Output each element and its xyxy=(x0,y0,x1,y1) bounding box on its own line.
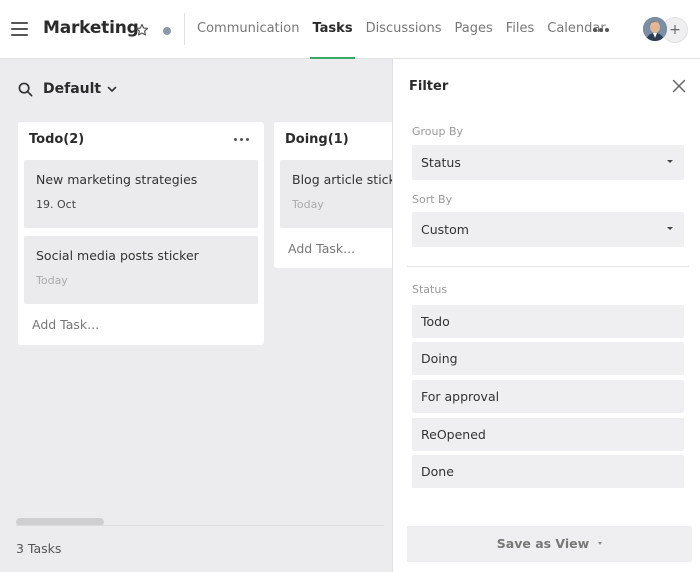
column-title: Todo(2) xyxy=(29,132,85,147)
avatar[interactable] xyxy=(643,17,667,41)
task-date: Today xyxy=(292,198,324,211)
more-icon[interactable] xyxy=(234,138,250,142)
tab-files[interactable]: Files xyxy=(506,0,535,59)
status-dot xyxy=(163,27,171,35)
task-title: Blog article sticker xyxy=(292,172,392,187)
filter-title: Filter xyxy=(409,79,449,94)
top-bar: Marketing Communication Tasks Discussion… xyxy=(0,0,700,59)
column-todo: Todo(2) New marketing strategies 19. Oct… xyxy=(18,122,264,345)
caret-down-icon xyxy=(667,160,673,163)
status-option-reopened[interactable]: ReOpened xyxy=(412,418,684,451)
divider xyxy=(16,525,384,526)
task-date: Today xyxy=(36,274,68,287)
divider xyxy=(407,266,689,267)
task-card[interactable]: New marketing strategies 19. Oct xyxy=(24,160,258,228)
caret-down-icon xyxy=(667,227,673,230)
close-icon[interactable] xyxy=(672,79,686,93)
group-by-label: Group By xyxy=(412,125,464,138)
column-title: Doing(1) xyxy=(285,132,349,147)
tab-communication[interactable]: Communication xyxy=(197,0,299,59)
tab-pages[interactable]: Pages xyxy=(454,0,492,59)
status-option-doing[interactable]: Doing xyxy=(412,342,684,375)
task-card[interactable]: Blog article sticker Today xyxy=(280,160,392,228)
task-count: 3 Tasks xyxy=(16,541,62,556)
task-board: Todo(2) New marketing strategies 19. Oct… xyxy=(0,110,392,520)
view-selector[interactable]: Default xyxy=(18,79,117,99)
tab-discussions[interactable]: Discussions xyxy=(366,0,442,59)
sort-by-value: Custom xyxy=(421,222,469,237)
sort-by-select[interactable]: Custom xyxy=(412,212,684,247)
status-option-label: ReOpened xyxy=(421,427,486,442)
project-title: Marketing xyxy=(43,18,139,38)
status-option-label: Doing xyxy=(421,351,458,366)
status-option-todo[interactable]: Todo xyxy=(412,305,684,338)
status-label: Status xyxy=(412,283,448,296)
task-title: New marketing strategies xyxy=(36,172,198,187)
caret-down-icon xyxy=(598,542,603,545)
view-name: Default xyxy=(43,81,102,97)
tab-tasks[interactable]: Tasks xyxy=(310,0,355,59)
menu-icon[interactable] xyxy=(11,21,28,36)
search-icon xyxy=(18,82,33,96)
status-option-label: Done xyxy=(421,464,454,479)
divider xyxy=(184,13,185,45)
filter-panel: Filter Group By Status Sort By Custom St… xyxy=(392,59,700,572)
column-doing: Doing(1) Blog article sticker Today Add … xyxy=(274,122,392,268)
status-option-done[interactable]: Done xyxy=(412,455,684,488)
star-icon[interactable] xyxy=(135,23,149,37)
sort-by-label: Sort By xyxy=(412,193,453,206)
status-option-for-approval[interactable]: For approval xyxy=(412,380,684,413)
status-option-label: For approval xyxy=(421,389,500,404)
group-by-select[interactable]: Status xyxy=(412,145,684,180)
task-date: 19. Oct xyxy=(36,198,77,211)
more-icon[interactable] xyxy=(593,28,609,34)
task-card[interactable]: Social media posts sticker Today xyxy=(24,236,258,304)
save-as-view-label: Save as View xyxy=(496,536,590,551)
status-option-label: Todo xyxy=(421,314,450,329)
task-title: Social media posts sticker xyxy=(36,248,199,263)
save-as-view-button[interactable]: Save as View xyxy=(407,526,692,562)
group-by-value: Status xyxy=(421,155,461,170)
chevron-down-icon xyxy=(107,86,117,92)
add-task-button[interactable]: Add Task... xyxy=(288,241,355,256)
add-task-button[interactable]: Add Task... xyxy=(32,317,99,332)
project-tabs: Communication Tasks Discussions Pages Fi… xyxy=(197,0,619,59)
